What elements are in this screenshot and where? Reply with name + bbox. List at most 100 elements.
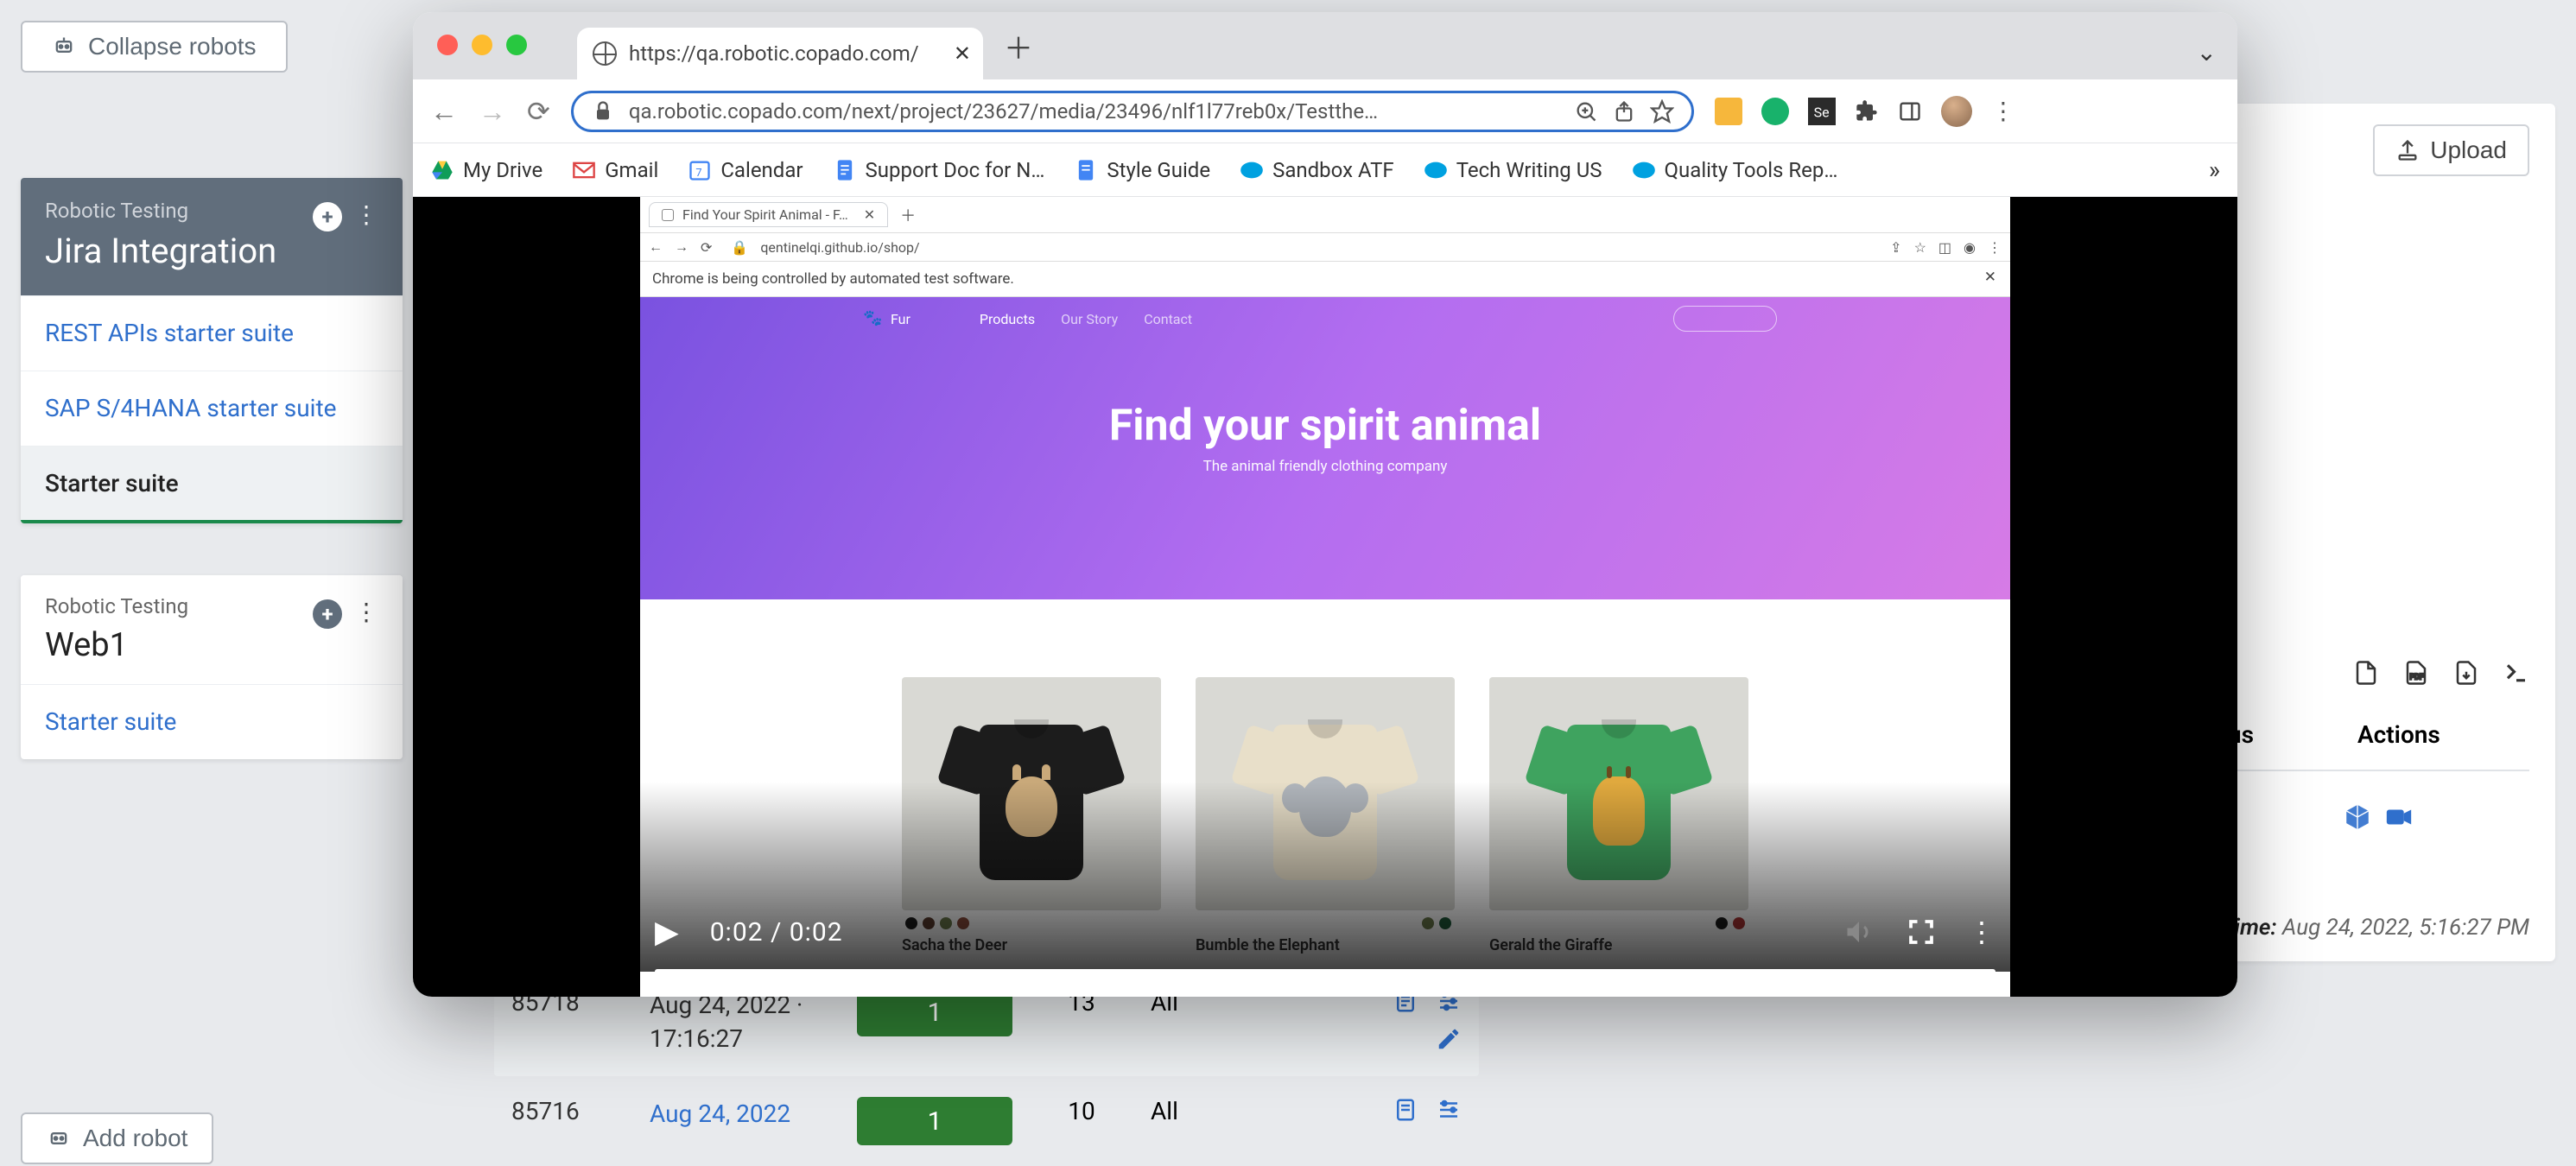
product-card-deer[interactable]: Sacha the Deer xyxy=(902,677,1161,954)
inner-back-button[interactable]: ← xyxy=(649,238,663,256)
nav-contact[interactable]: Contact xyxy=(1144,311,1192,327)
product-image xyxy=(1489,677,1748,910)
collapse-robots-button[interactable]: Collapse robots xyxy=(21,21,288,73)
share-icon[interactable] xyxy=(1612,99,1636,124)
minimize-window-button[interactable] xyxy=(472,35,492,55)
extension-icons: Se ⋮ xyxy=(1715,96,2015,127)
zoom-icon[interactable] xyxy=(1574,99,1598,124)
product-image xyxy=(902,677,1161,910)
suite-item-starter-selected[interactable]: Starter suite xyxy=(21,446,403,521)
selenium-icon[interactable]: Se xyxy=(1808,98,1836,125)
inner-profile-icon[interactable]: ◉ xyxy=(1964,239,1976,256)
robot-menu-button[interactable]: ⋮ xyxy=(354,200,378,229)
inner-panel-icon[interactable]: ◫ xyxy=(1938,239,1951,256)
hero-section: 🐾 Fur Products Our Story Contact Find yo… xyxy=(640,297,2010,599)
add-suite-button[interactable]: + xyxy=(313,202,342,231)
bookmarks-overflow-button[interactable]: » xyxy=(2209,155,2220,184)
url-text: qa.robotic.copado.com/next/project/23627… xyxy=(629,99,1560,124)
run-date: Aug 24, 2022 xyxy=(650,1097,822,1131)
file-icon[interactable] xyxy=(2353,660,2379,686)
bookmark-support-doc[interactable]: Support Doc for N… xyxy=(833,158,1045,182)
edit-icon[interactable] xyxy=(1436,1026,1462,1052)
product-card-giraffe[interactable]: Gerald the Giraffe xyxy=(1489,677,1748,954)
collapse-robots-label: Collapse robots xyxy=(88,33,257,60)
bookmark-style-guide[interactable]: Style Guide xyxy=(1074,158,1210,182)
pdf-icon[interactable]: PDF xyxy=(2403,660,2429,686)
sliders-icon[interactable] xyxy=(1436,1097,1462,1123)
extension-icon[interactable] xyxy=(1715,98,1742,125)
sidepanel-icon[interactable] xyxy=(1898,99,1922,124)
close-window-button[interactable] xyxy=(437,35,458,55)
run-id: 85716 xyxy=(511,1097,615,1125)
bookmark-sandbox-atf[interactable]: Sandbox ATF xyxy=(1240,158,1394,182)
bookmarks-bar: My Drive Gmail 7 Calendar Support Doc fo… xyxy=(413,143,2237,197)
banner-close-button[interactable]: ✕ xyxy=(1984,269,1996,286)
hero-subtitle: The animal friendly clothing company xyxy=(640,458,2010,475)
bookmark-my-drive[interactable]: My Drive xyxy=(430,158,542,182)
grammarly-icon[interactable] xyxy=(1761,98,1789,125)
document-icon[interactable] xyxy=(1393,1097,1418,1123)
run-row[interactable]: 85716 Aug 24, 2022 1 10 All xyxy=(494,1076,1479,1166)
bookmark-gmail[interactable]: Gmail xyxy=(572,158,658,182)
nav-products[interactable]: Products xyxy=(980,311,1035,327)
upload-icon xyxy=(2395,138,2420,162)
extensions-puzzle-icon[interactable] xyxy=(1855,99,1879,124)
terminal-icon[interactable] xyxy=(2503,660,2529,686)
volume-button[interactable] xyxy=(1843,916,1875,947)
cube-icon[interactable] xyxy=(2343,802,2372,832)
run-actions xyxy=(1237,988,1462,1052)
suite-item-rest-apis[interactable]: REST APIs starter suite xyxy=(21,295,403,371)
forward-button[interactable]: → xyxy=(479,95,506,128)
upload-button[interactable]: Upload xyxy=(2373,124,2529,176)
nav-our-story[interactable]: Our Story xyxy=(1061,311,1118,327)
browser-menu-button[interactable]: ⋮ xyxy=(1991,97,2015,125)
inner-share-icon[interactable]: ⇪ xyxy=(1890,239,1901,256)
automation-banner: Chrome is being controlled by automated … xyxy=(640,262,2010,297)
inner-url: qentinelqi.github.io/shop/ xyxy=(760,239,919,256)
salesforce-icon xyxy=(1240,158,1264,182)
add-suite-button[interactable]: + xyxy=(313,599,342,629)
inner-forward-button[interactable]: → xyxy=(675,238,688,256)
inner-menu-icon[interactable]: ⋮ xyxy=(1988,239,2002,256)
video-progress-bar[interactable] xyxy=(655,969,1995,974)
suite-item-sap[interactable]: SAP S/4HANA starter suite xyxy=(21,371,403,446)
add-robot-button[interactable]: Add robot xyxy=(21,1112,213,1164)
tab-overflow-button[interactable]: ⌄ xyxy=(2197,38,2217,67)
product-image xyxy=(1196,677,1455,910)
browser-titlebar: https://qa.robotic.copado.com/ ✕ ＋ ⌄ xyxy=(413,12,2237,79)
inner-new-tab[interactable]: ＋ xyxy=(900,207,916,225)
bookmark-calendar[interactable]: 7 Calendar xyxy=(688,158,803,182)
lock-icon xyxy=(591,99,615,124)
bookmark-tech-writing[interactable]: Tech Writing US xyxy=(1424,158,1602,182)
bookmark-quality-tools[interactable]: Quality Tools Rep… xyxy=(1632,158,1838,182)
brand-name[interactable]: Fur xyxy=(891,311,910,327)
robot-card-jira: Robotic Testing Jira Integration + ⋮ RES… xyxy=(21,178,403,523)
star-icon[interactable] xyxy=(1650,99,1674,124)
new-tab-button[interactable]: ＋ xyxy=(1004,25,1033,67)
profile-avatar[interactable] xyxy=(1941,96,1972,127)
download-icon[interactable] xyxy=(2453,660,2479,686)
browser-tab[interactable]: https://qa.robotic.copado.com/ ✕ xyxy=(577,28,983,79)
play-button[interactable]: ▶ xyxy=(655,914,679,950)
hero-cta-button[interactable] xyxy=(1673,306,1777,332)
svg-text:7: 7 xyxy=(696,167,702,180)
inner-tabbar: Find Your Spirit Animal - F… ✕ ＋ xyxy=(640,197,2010,233)
address-bar[interactable]: qa.robotic.copado.com/next/project/23627… xyxy=(571,91,1694,132)
video-icon[interactable] xyxy=(2384,802,2414,832)
back-button[interactable]: ← xyxy=(430,95,458,128)
close-icon[interactable]: ✕ xyxy=(864,206,875,223)
close-tab-button[interactable]: ✕ xyxy=(954,41,971,66)
upload-label: Upload xyxy=(2430,136,2507,164)
drive-icon xyxy=(430,158,454,182)
inner-star-icon[interactable]: ☆ xyxy=(1914,239,1926,256)
robot-menu-button[interactable]: ⋮ xyxy=(354,598,378,626)
product-card-elephant[interactable]: Bumble the Elephant xyxy=(1196,677,1455,954)
reload-button[interactable]: ⟳ xyxy=(527,95,550,128)
maximize-window-button[interactable] xyxy=(506,35,527,55)
fullscreen-button[interactable] xyxy=(1906,916,1937,947)
run-filter: All xyxy=(1151,1097,1202,1125)
inner-tab[interactable]: Find Your Spirit Animal - F… ✕ xyxy=(649,202,888,227)
video-menu-button[interactable]: ⋮ xyxy=(1968,916,1995,948)
suite-item-starter[interactable]: Starter suite xyxy=(21,684,403,759)
inner-reload-button[interactable]: ⟳ xyxy=(701,239,712,256)
